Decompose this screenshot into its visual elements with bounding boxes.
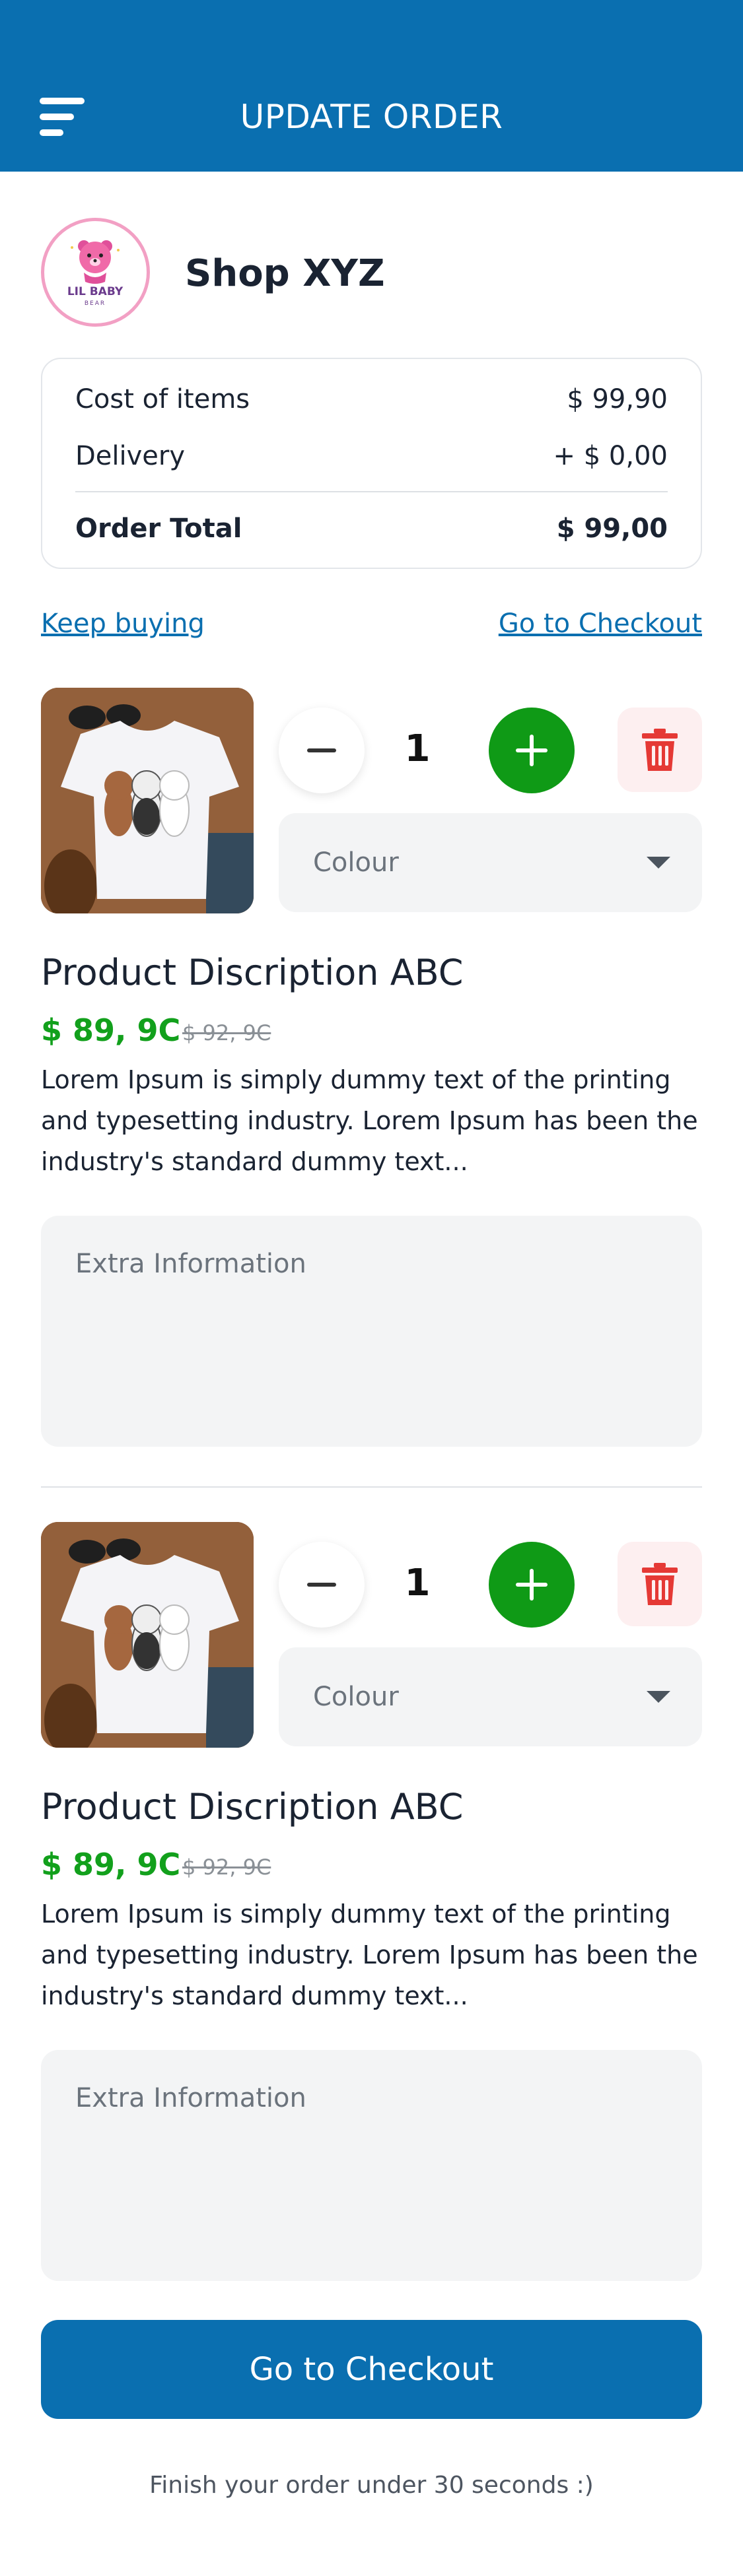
shop-name: Shop XYZ: [185, 252, 385, 295]
svg-text:BEAR: BEAR: [85, 300, 106, 307]
extra-information-placeholder: Extra Information: [75, 2083, 306, 2113]
product-price: $ 89, 9C: [41, 1012, 181, 1048]
keep-buying-link[interactable]: Keep buying: [41, 609, 205, 639]
cost-of-items-value: $ 99,90: [567, 384, 668, 414]
delete-item-button[interactable]: [618, 1542, 702, 1626]
page-title: UPDATE ORDER: [240, 98, 503, 136]
minus-icon: [307, 748, 336, 752]
quantity-value: 1: [404, 727, 431, 770]
increase-quantity-button[interactable]: [489, 1542, 575, 1628]
product-description: Lorem Ipsum is simply dummy text of the …: [41, 1065, 698, 1176]
colour-select[interactable]: Colour: [279, 813, 702, 912]
product-description: Lorem Ipsum is simply dummy text of the …: [41, 1899, 698, 2010]
colour-select-label: Colour: [313, 1682, 399, 1712]
extra-information-placeholder: Extra Information: [75, 1249, 306, 1279]
summary-divider: [75, 491, 668, 492]
product-title: Product Discription ABC: [41, 952, 464, 993]
extra-information-field[interactable]: Extra Information: [41, 2050, 702, 2281]
cost-of-items-label: Cost of items: [75, 384, 250, 414]
product-image: [41, 1522, 254, 1748]
order-total-label: Order Total: [75, 513, 242, 544]
order-total-value: $ 99,00: [556, 513, 668, 544]
decrease-quantity-button[interactable]: [279, 708, 365, 793]
order-links: Keep buying Go to Checkout: [41, 609, 702, 639]
delivery-row: Delivery + $ 0,00: [75, 441, 668, 471]
product-title: Product Discription ABC: [41, 1786, 464, 1828]
delivery-value: + $ 0,00: [553, 441, 668, 471]
product-price: $ 89, 9C: [41, 1847, 181, 1882]
product-image: [41, 688, 254, 913]
chevron-down-icon: [647, 857, 670, 869]
colour-select-label: Colour: [313, 847, 399, 878]
product-old-price: $ 92, 9C: [182, 1855, 271, 1880]
go-to-checkout-button[interactable]: Go to Checkout: [41, 2320, 702, 2419]
quantity-value: 1: [404, 1562, 431, 1604]
product-old-price: $ 92, 9C: [182, 1020, 271, 1045]
cost-of-items-row: Cost of items $ 99,90: [75, 384, 668, 414]
delivery-label: Delivery: [75, 441, 186, 471]
trash-icon: [642, 1563, 678, 1605]
order-total-row: Order Total $ 99,00: [75, 513, 668, 544]
decrease-quantity-button[interactable]: [279, 1542, 365, 1628]
minus-icon: [307, 1583, 336, 1587]
app-header: UPDATE ORDER: [0, 0, 743, 172]
order-summary-card: Cost of items $ 99,90 Delivery + $ 0,00 …: [41, 358, 702, 569]
delete-item-button[interactable]: [618, 708, 702, 792]
colour-select[interactable]: Colour: [279, 1647, 702, 1746]
svg-text:LIL BABY: LIL BABY: [67, 285, 124, 298]
increase-quantity-button[interactable]: [489, 708, 575, 793]
shop-logo: LIL BABY BEAR: [41, 218, 150, 327]
chevron-down-icon: [647, 1691, 670, 1703]
trash-icon: [642, 729, 678, 771]
footer-note: Finish your order under 30 seconds :): [149, 2472, 594, 2499]
extra-information-field[interactable]: Extra Information: [41, 1216, 702, 1447]
go-to-checkout-link[interactable]: Go to Checkout: [499, 609, 702, 639]
item-divider: [41, 1486, 702, 1488]
